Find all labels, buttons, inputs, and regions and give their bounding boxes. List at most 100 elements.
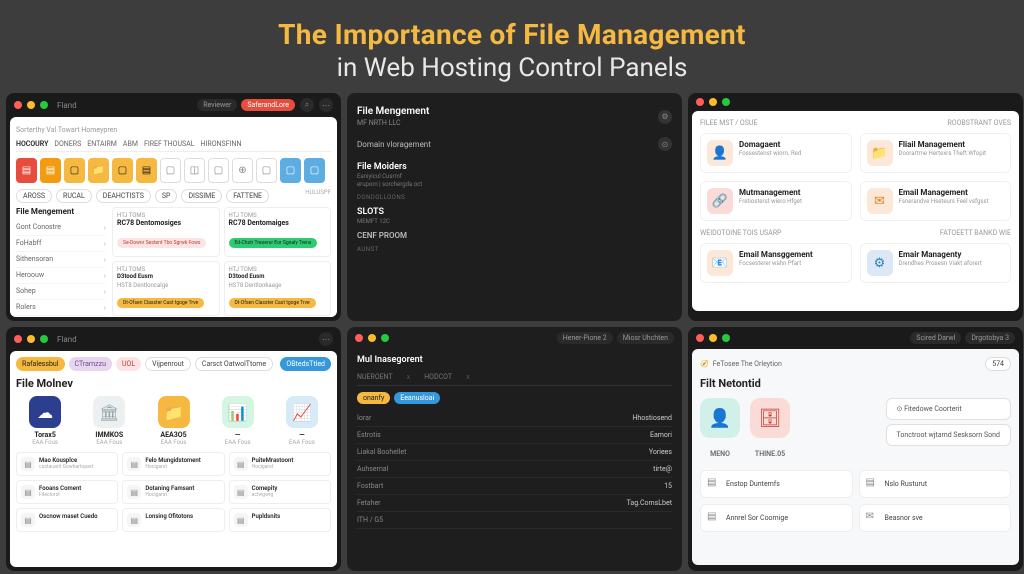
filter-chip[interactable]: SP xyxy=(155,189,178,203)
list-card[interactable]: ▤Lonsing Ofitotons xyxy=(122,508,224,532)
tool-icon[interactable]: ▢ xyxy=(112,158,133,183)
action-btn[interactable]: Eeanusloai xyxy=(394,392,440,404)
category-card[interactable]: 🔗MutmanagementFretiosterst wiero Hfget xyxy=(700,181,852,221)
tool-icon[interactable]: ⊕ xyxy=(232,158,253,183)
nav-btn[interactable]: Drgotobya 3 xyxy=(965,332,1015,344)
tab[interactable]: HODCOT xyxy=(424,373,452,381)
sidebar-item[interactable]: FoHabff› xyxy=(16,236,106,252)
category-card[interactable]: 📧Email MansggementFocsesterer wahn Pfart xyxy=(700,243,852,283)
chip-action[interactable]: OBtedsTtled xyxy=(280,357,331,371)
sidebar-item[interactable]: Gont Conostre› xyxy=(16,220,106,236)
sidebar-title: File Mengement xyxy=(16,207,106,216)
chip[interactable]: UOL xyxy=(116,357,141,371)
tab[interactable]: NUEROENT xyxy=(357,373,393,381)
tool-icon[interactable]: ▢ xyxy=(160,158,181,183)
sidebar-item[interactable]: Sithensoran› xyxy=(16,252,106,268)
card-grid: HTJ TOMS RC78 Dentomosiges Se-Downr Sest… xyxy=(112,207,331,316)
list-card[interactable]: ▤Comepityactvigwrg xyxy=(229,480,331,504)
list-card[interactable]: ▤PuiteMrastoontHocigarst xyxy=(229,452,331,476)
search-icon[interactable]: ⌕ xyxy=(300,98,314,112)
tab-item[interactable]: DONERS xyxy=(54,140,81,148)
storage-card[interactable]: 🏛IMMKOSEAA Fous xyxy=(80,396,138,446)
category-card[interactable]: 👤DomagaentFossestenst wiorn. Red xyxy=(700,133,852,173)
action-btn[interactable]: onanfy xyxy=(357,392,390,404)
tab-item[interactable]: ENTAIRM xyxy=(87,140,117,148)
close-icon[interactable] xyxy=(14,335,22,343)
section-cenf[interactable]: CENF PROOM xyxy=(357,231,672,240)
list-card[interactable]: ▤Mao Kousplcecustauarit Gowhartopart xyxy=(16,452,118,476)
info-card[interactable]: HTJ TOMS RC78 Dentomosiges Se-Downr Sest… xyxy=(112,207,220,257)
header-m: WEIDOTOINE TOIS USARP xyxy=(700,229,781,237)
tool-icon[interactable]: 📁 xyxy=(88,158,109,183)
list-card[interactable]: ▤Dotaning FamsantHocigarst xyxy=(122,480,224,504)
nav-btn[interactable]: Scired Darwl xyxy=(910,332,961,344)
kv-row: Auhsernaltirte@ xyxy=(357,461,672,478)
nav-btn[interactable]: Hener-Pione 2 xyxy=(557,332,613,344)
more-icon[interactable]: ⋯ xyxy=(319,332,333,346)
side-btn[interactable]: ⊙ Fitedowe Coorterit xyxy=(886,398,1012,420)
nav-button-1[interactable]: Reviewer xyxy=(197,99,237,111)
tool-icon[interactable]: ▤ xyxy=(16,158,37,183)
filter-chip[interactable]: RUCAL xyxy=(56,189,92,203)
category-card[interactable]: 📁Fliail ManagementDoorartme Hertexrs The… xyxy=(860,133,1012,173)
storage-card[interactable]: ☁Torax5EAA Fous xyxy=(16,396,74,446)
tab-close[interactable]: x xyxy=(466,373,469,381)
filter-chip[interactable]: FATTENE xyxy=(226,189,269,203)
chip[interactable]: CTrarnzzu xyxy=(69,357,112,371)
tool-icon[interactable]: ▢ xyxy=(256,158,277,183)
nav-btn[interactable]: Miosr Uhchten xyxy=(617,332,674,344)
chip[interactable]: Vijpenrout xyxy=(145,357,191,371)
category-card[interactable]: ✉Email ManagementFsnerandve Hseteurs Fee… xyxy=(860,181,1012,221)
tool-icon[interactable]: ◫ xyxy=(184,158,205,183)
minimize-icon[interactable] xyxy=(27,335,35,343)
info-card[interactable]: HTJ TOMS D3tood Eusm HST8 Dentloncalge D… xyxy=(112,261,220,317)
grid-item[interactable]: ▤Annrel Sor Coomige xyxy=(700,504,853,532)
list-card[interactable]: ▤Oscnow maset Cuedo xyxy=(16,508,118,532)
filter-chip[interactable]: AROSS xyxy=(16,189,52,203)
grid-item[interactable]: ▤Nslo Rusturut xyxy=(859,470,1012,498)
tab-item[interactable]: HOCOURY xyxy=(16,140,48,148)
sidebar-item[interactable]: Heroouw› xyxy=(16,268,106,284)
list-card[interactable]: ▤Pupldsnits xyxy=(229,508,331,532)
filter-chip[interactable]: DISSIME xyxy=(181,189,222,203)
grid-item[interactable]: ✉Beasnor sve xyxy=(859,504,1012,532)
window-title: Fland xyxy=(57,101,77,110)
tool-icon[interactable]: ▢ xyxy=(280,158,301,183)
info-card[interactable]: HTJ TOMS RC78 Dentomaiges Ed-Chstr Trese… xyxy=(224,207,332,257)
header-m2: FATOEETT BANKD WIE xyxy=(940,229,1011,237)
maximize-icon[interactable] xyxy=(40,335,48,343)
list-row[interactable]: Domain vloragement ⊙ xyxy=(357,132,672,156)
nav-button-2[interactable]: SaferandLore xyxy=(241,99,295,111)
filter-chip[interactable]: DEAHCTISTS xyxy=(96,189,151,203)
list-card[interactable]: ▤Felo MungidstomentHocigarst xyxy=(122,452,224,476)
sidebar-item[interactable]: Sohep› xyxy=(16,284,106,300)
category-card[interactable]: ⚙Emair ManagentyDrendhes Prosesn Viakt a… xyxy=(860,243,1012,283)
tool-icon[interactable]: ▤ xyxy=(136,158,157,183)
close-icon[interactable] xyxy=(14,101,22,109)
grid-item[interactable]: ▤Enstop Duntemfs xyxy=(700,470,853,498)
tool-icon[interactable]: ▢ xyxy=(208,158,229,183)
tab-item[interactable]: HIRONSFINN xyxy=(201,140,242,148)
tool-icon[interactable]: ▤ xyxy=(40,158,61,183)
tab-item[interactable]: FIREF THOUSAL xyxy=(144,140,195,148)
chip[interactable]: Rafalessbul xyxy=(16,357,65,371)
tab-item[interactable]: ABM xyxy=(123,140,138,148)
action-card[interactable]: 👤MENO xyxy=(700,398,740,460)
settings-icon[interactable]: ⚙ xyxy=(658,110,672,124)
action-card[interactable]: 🗄THINE.05 xyxy=(750,398,790,460)
maximize-icon[interactable] xyxy=(40,101,48,109)
section-slots[interactable]: SLOTS MEMFT 12C xyxy=(357,207,672,225)
tool-icon[interactable]: ▢ xyxy=(304,158,325,183)
sidebar-item[interactable]: Rolers› xyxy=(16,300,106,316)
info-card[interactable]: HTJ TOMS D3tood Eusm HST8 Dentlonkaage D… xyxy=(224,261,332,317)
chip[interactable]: Carsct OatwolTtome xyxy=(195,357,273,371)
tool-icon[interactable]: ▢ xyxy=(64,158,85,183)
storage-card[interactable]: 📊—EAA Fous xyxy=(209,396,267,446)
side-btn[interactable]: Tonctroot wjtarnd Sesksorn Sond xyxy=(886,424,1012,446)
minimize-icon[interactable] xyxy=(27,101,35,109)
list-card[interactable]: ▤Fooans ComentFilectorst xyxy=(16,480,118,504)
menu-icon[interactable]: ⋯ xyxy=(319,98,333,112)
storage-card[interactable]: 📈—EAA Fous xyxy=(273,396,331,446)
tab-close[interactable]: x xyxy=(407,373,410,381)
storage-card[interactable]: 📁AEA3O5EAA Fous xyxy=(144,396,202,446)
